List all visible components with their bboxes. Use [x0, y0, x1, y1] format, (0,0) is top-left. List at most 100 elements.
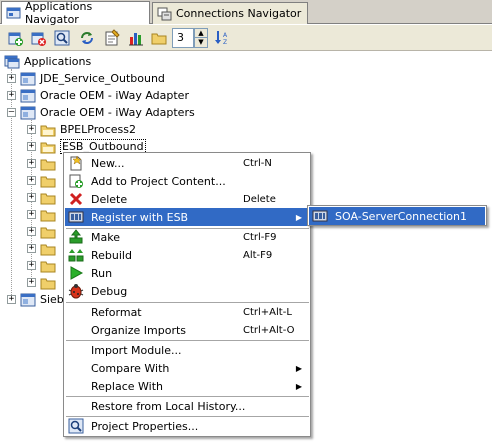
- menu-item-replace-with[interactable]: Replace With ▶: [65, 377, 310, 395]
- spinner-up-icon[interactable]: ▲: [195, 29, 207, 38]
- expand-icon[interactable]: +: [27, 278, 36, 287]
- tree-item-project[interactable]: +: [27, 155, 60, 172]
- menu-item-compare-with[interactable]: Compare With ▶: [65, 359, 310, 377]
- menu-item-import-module[interactable]: Import Module...: [65, 341, 310, 359]
- project-folder-icon: [40, 242, 56, 256]
- menu-item-label: Compare With: [91, 361, 170, 375]
- tree-root-applications[interactable]: Applications: [4, 53, 91, 70]
- sort-icon[interactable]: AZ: [213, 29, 231, 47]
- menu-item-label: New...: [91, 156, 125, 170]
- tree-label: Applications: [24, 55, 92, 68]
- expand-icon[interactable]: +: [27, 125, 36, 134]
- expand-icon[interactable]: +: [7, 91, 16, 100]
- spinner-down-icon[interactable]: ▼: [195, 38, 207, 47]
- delete-icon[interactable]: [29, 29, 47, 47]
- tree-item-project[interactable]: +: [27, 206, 60, 223]
- menu-item-project-properties[interactable]: Project Properties...: [65, 417, 310, 435]
- applications-icon: [4, 55, 20, 69]
- menu-item-organize-imports[interactable]: Organize Imports Ctrl+Alt-O: [65, 321, 310, 339]
- tab-connections-navigator[interactable]: Connections Navigator: [152, 2, 308, 24]
- expand-icon[interactable]: +: [27, 210, 36, 219]
- tree-item-application[interactable]: + Sieb: [7, 291, 64, 308]
- rebuild-icon: [68, 247, 84, 263]
- register-with-esb-submenu: SOA-ServerConnection1: [307, 205, 487, 226]
- folder-icon[interactable]: [150, 29, 168, 47]
- tree-item-project[interactable]: +: [27, 223, 60, 240]
- menu-item-restore-from-local-history[interactable]: Restore from Local History...: [65, 397, 310, 415]
- tree-item-project[interactable]: +: [27, 172, 60, 189]
- collapse-icon[interactable]: –: [7, 108, 16, 117]
- delete-x-icon: [68, 191, 84, 207]
- menu-item-delete[interactable]: Delete Delete: [65, 190, 310, 208]
- menu-item-accelerator: Ctrl-N: [243, 157, 272, 169]
- tree-item-application[interactable]: + JDE_Service_Outbound: [7, 70, 165, 87]
- expand-icon[interactable]: +: [27, 227, 36, 236]
- tab-label: Connections Navigator: [176, 7, 302, 20]
- menu-item-register-with-esb[interactable]: Register with ESB ▶: [65, 208, 310, 226]
- tree-item-project[interactable]: +: [27, 274, 60, 291]
- menu-item-reformat[interactable]: Reformat Ctrl+Alt-L: [65, 303, 310, 321]
- submenu-item-label: SOA-ServerConnection1: [335, 209, 468, 223]
- project-folder-icon: [40, 225, 56, 239]
- tree-item-project[interactable]: +: [27, 257, 60, 274]
- make-icon: [68, 229, 84, 245]
- tree-item-project[interactable]: +: [27, 240, 60, 257]
- project-folder-icon: [40, 208, 56, 222]
- application-icon: [20, 293, 36, 307]
- project-folder-icon: [40, 174, 56, 188]
- menu-item-rebuild[interactable]: Rebuild Alt-F9: [65, 246, 310, 264]
- expand-icon[interactable]: +: [27, 142, 36, 151]
- project-folder-icon: [40, 259, 56, 273]
- menu-item-label: Rebuild: [91, 248, 132, 262]
- menu-item-label: Make: [91, 230, 120, 244]
- debug-icon: [68, 283, 84, 299]
- project-folder-icon: [40, 191, 56, 205]
- project-context-menu: New... Ctrl-N Add to Project Content... …: [63, 152, 311, 437]
- applications-navigator-icon: [6, 6, 22, 20]
- menu-item-accelerator: Delete: [243, 193, 276, 205]
- expand-icon[interactable]: +: [7, 295, 16, 304]
- submenu-item-soa-server-connection[interactable]: SOA-ServerConnection1: [309, 207, 485, 225]
- menu-item-debug[interactable]: Debug: [65, 282, 310, 300]
- tree-item-application[interactable]: + Oracle OEM - iWay Adapter: [7, 87, 189, 104]
- menu-item-label: Project Properties...: [91, 419, 199, 433]
- project-folder-icon: [40, 140, 56, 154]
- expand-icon[interactable]: +: [27, 261, 36, 270]
- expand-icon[interactable]: +: [27, 159, 36, 168]
- menu-item-make[interactable]: Make Ctrl-F9: [65, 228, 310, 246]
- tree-label: JDE_Service_Outbound: [40, 72, 165, 85]
- svg-text:Z: Z: [223, 39, 227, 46]
- menu-item-label: Add to Project Content...: [91, 174, 226, 188]
- chart-icon[interactable]: [127, 29, 145, 47]
- search-icon[interactable]: [53, 29, 71, 47]
- menu-item-run[interactable]: Run: [65, 264, 310, 282]
- menu-item-label: Import Module...: [91, 343, 182, 357]
- tree-item-project[interactable]: +: [27, 189, 60, 206]
- menu-item-new[interactable]: New... Ctrl-N: [65, 154, 310, 172]
- application-icon: [20, 106, 36, 120]
- menu-item-accelerator: Alt-F9: [243, 249, 273, 261]
- menu-item-accelerator: Ctrl+Alt-O: [243, 324, 295, 336]
- menu-item-label: Register with ESB: [91, 210, 189, 224]
- tree-label: Oracle OEM - iWay Adapters: [40, 106, 195, 119]
- expand-icon[interactable]: +: [27, 244, 36, 253]
- svg-text:A: A: [223, 32, 228, 39]
- tab-label: Applications Navigator: [25, 0, 93, 26]
- expand-icon[interactable]: +: [27, 176, 36, 185]
- tree-item-application[interactable]: – Oracle OEM - iWay Adapters: [7, 104, 195, 121]
- expand-icon[interactable]: +: [7, 74, 16, 83]
- expand-icon[interactable]: +: [27, 193, 36, 202]
- submenu-arrow-icon: ▶: [295, 363, 302, 373]
- navigator-toolbar: 3 ▲ ▼ AZ: [0, 25, 492, 51]
- tab-applications-navigator[interactable]: Applications Navigator: [1, 0, 150, 26]
- new-application-icon[interactable]: [6, 29, 24, 47]
- level-spinner-arrows[interactable]: ▲ ▼: [194, 28, 208, 48]
- add-icon: [68, 173, 84, 189]
- tree-item-project[interactable]: + BPELProcess2: [27, 121, 136, 138]
- properties-icon[interactable]: [103, 29, 121, 47]
- new-icon: [68, 155, 84, 171]
- menu-item-label: Restore from Local History...: [91, 399, 246, 413]
- level-spinner-input[interactable]: 3: [172, 28, 194, 48]
- refresh-icon[interactable]: [78, 29, 96, 47]
- menu-item-add-to-project-content[interactable]: Add to Project Content...: [65, 172, 310, 190]
